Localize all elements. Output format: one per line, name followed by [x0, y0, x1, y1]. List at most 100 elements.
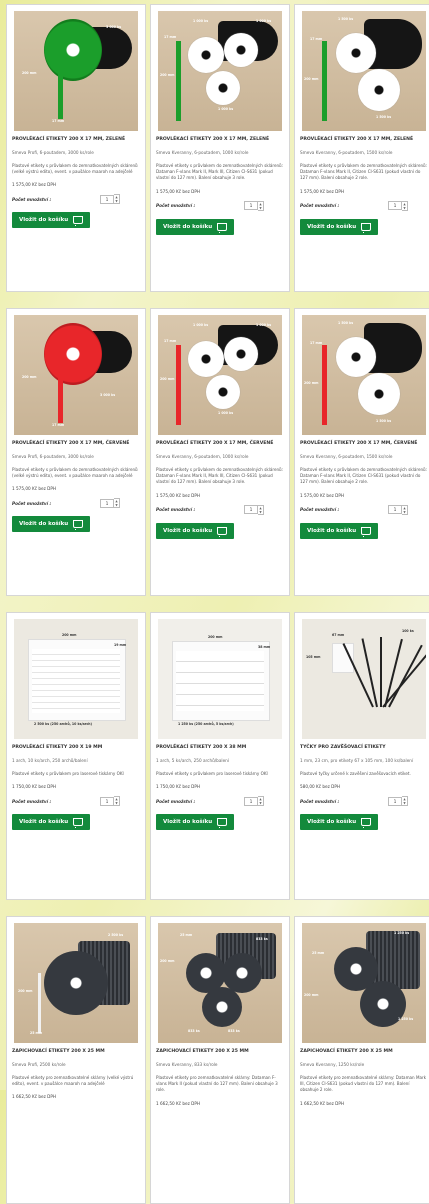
quantity-input[interactable]: 1	[388, 505, 402, 515]
product-image[interactable]: 200 mm 38 mm 1 250 ks (250 archů, 5 ks/a…	[158, 619, 282, 739]
product-subtitle: 1 arch, 5 ks/arch, 250 archů/balení	[156, 758, 229, 763]
product-subtitle: Smeva Kveranny, 6-poutadem, 1500 ks/role	[300, 454, 393, 459]
product-image[interactable]: 1 500 ks 17 mm 200 mm 1 500 ks	[302, 11, 426, 131]
add-to-cart-label: Vložit do košíku	[19, 217, 69, 224]
quantity-input[interactable]: 1	[244, 796, 258, 806]
product-price: 1 662,50 Kč bez DPH	[156, 1100, 201, 1106]
product-image[interactable]: 1 500 ks 17 mm 200 mm 1 500 ks	[302, 315, 426, 435]
strip-shape	[58, 51, 63, 119]
product-title[interactable]: PROVLÉKACÍ ETIKETY 200 X 38 MM	[156, 745, 284, 757]
cart-icon	[217, 526, 228, 537]
product-price: 1 575,00 Kč bez DPH	[156, 188, 201, 194]
product-title[interactable]: PROVLÉKACÍ ETIKETY 200 X 17 MM, ZELENÉ	[300, 137, 428, 149]
dim-label: 200 mm	[304, 993, 319, 997]
quantity-input[interactable]: 1	[100, 796, 114, 806]
product-image[interactable]: 1 250 ks 25 mm 200 mm 1 250 ks	[302, 923, 426, 1043]
product-image[interactable]: 200 mm 19 mm 2 500 ks (250 archů, 10 ks/…	[14, 619, 138, 739]
product-title[interactable]: PROVLÉKACÍ ETIKETY 200 X 17 MM, ČERVENÉ	[300, 441, 428, 453]
product-title[interactable]: PROVLÉKACÍ ETIKETY 200 X 17 MM, ZELENÉ	[156, 137, 284, 149]
product-title[interactable]: PROVLÉKACÍ ETIKETY 200 X 19 MM	[12, 745, 140, 757]
quantity-stepper[interactable]: ▲ ▼	[114, 796, 120, 807]
product-card: 1 500 ks 17 mm 200 mm 1 500 ks PROVLÉKAC…	[294, 4, 429, 292]
product-price: 1 750,00 Kč bez DPH	[156, 784, 201, 790]
product-image[interactable]: 67 mm 105 mm 100 ks	[302, 619, 426, 739]
add-to-cart-button[interactable]: Vložit do košíku	[300, 814, 379, 831]
add-to-cart-button[interactable]: Vložit do košíku	[156, 218, 235, 235]
product-title[interactable]: PROVLÉKACÍ ETIKETY 200 X 17 MM, ČERVENÉ	[12, 441, 140, 453]
roll-shape	[358, 373, 400, 415]
quantity-label: Počet množství :	[12, 196, 52, 202]
dim-label: 17 mm	[52, 119, 65, 123]
quantity-row: Počet množství : 1 ▲ ▼	[156, 796, 284, 807]
product-card: 2 500 ks 200 mm 25 mm ZAPICHOVACÍ ETIKET…	[6, 916, 146, 1204]
roll-shape	[336, 337, 376, 377]
quantity-input[interactable]: 1	[244, 201, 258, 211]
cart-icon	[361, 818, 372, 829]
dim-label: 833 ks	[228, 1029, 240, 1033]
dim-label: 17 mm	[52, 423, 65, 427]
add-to-cart-button[interactable]: Vložit do košíku	[300, 522, 379, 539]
quantity-stepper[interactable]: ▲ ▼	[402, 200, 408, 211]
dim-label: 1 000 ks	[218, 107, 234, 111]
quantity-row: Počet množství : 1 ▲ ▼	[300, 504, 428, 515]
product-image[interactable]: 200 mm 17 mm 3 000 ks	[14, 11, 138, 131]
quantity-stepper[interactable]: ▲ ▼	[114, 498, 120, 509]
dim-label: 25 mm	[180, 933, 193, 937]
cart-icon	[361, 526, 372, 537]
strip-shape	[58, 355, 63, 423]
dim-label: 25 mm	[312, 951, 325, 955]
quantity-stepper[interactable]: ▲ ▼	[258, 796, 264, 807]
add-to-cart-button[interactable]: Vložit do košíku	[12, 516, 91, 533]
quantity-input[interactable]: 1	[388, 201, 402, 211]
dim-label: 833 ks	[256, 937, 268, 941]
product-card: 200 mm 38 mm 1 250 ks (250 archů, 5 ks/a…	[150, 612, 290, 900]
quantity-stepper[interactable]: ▲ ▼	[258, 504, 264, 515]
quantity-stepper[interactable]: ▲ ▼	[258, 200, 264, 211]
add-to-cart-button[interactable]: Vložit do košíku	[12, 212, 91, 229]
add-to-cart-button[interactable]: Vložit do košíku	[156, 814, 235, 831]
cart-icon	[73, 520, 84, 531]
product-card: 1 250 ks 25 mm 200 mm 1 250 ks ZAPICHOVA…	[294, 916, 429, 1204]
product-title[interactable]: ZAPICHOVACÍ ETIKETY 200 X 25 MM	[300, 1049, 428, 1061]
strip-shape	[322, 345, 327, 425]
add-to-cart-button[interactable]: Vložit do košíku	[12, 814, 91, 831]
dim-label: 1 250 ks	[394, 931, 410, 935]
add-to-cart-label: Vložit do košíku	[19, 819, 69, 826]
quantity-stepper[interactable]: ▲ ▼	[402, 796, 408, 807]
dim-label: 67 mm	[332, 633, 345, 637]
quantity-input[interactable]: 1	[100, 194, 114, 204]
product-title[interactable]: ZAPICHOVACÍ ETIKETY 200 X 25 MM	[156, 1049, 284, 1061]
product-title[interactable]: PROVLÉKACÍ ETIKETY 200 X 17 MM, ČERVENÉ	[156, 441, 284, 453]
dim-label: 3 000 ks	[100, 393, 116, 397]
quantity-input[interactable]: 1	[100, 498, 114, 508]
quantity-input[interactable]: 1	[244, 505, 258, 515]
product-image[interactable]: 200 mm 17 mm 3 000 ks	[14, 315, 138, 435]
product-image[interactable]: 1 000 ks 17 mm 200 mm 1 000 ks 1 000 ks	[158, 11, 282, 131]
roll-shape	[206, 375, 240, 409]
product-title[interactable]: ZAPICHOVACÍ ETIKETY 200 X 25 MM	[12, 1049, 140, 1061]
quantity-label: Počet množství :	[156, 203, 196, 209]
product-image[interactable]: 2 500 ks 200 mm 25 mm	[14, 923, 138, 1043]
quantity-stepper[interactable]: ▲ ▼	[114, 194, 120, 205]
product-image[interactable]: 25 mm 200 mm 833 ks 833 ks 833 ks	[158, 923, 282, 1043]
product-subtitle: Smeva Kveranny, 6-poutadem, 1500 ks/role	[300, 150, 393, 155]
quantity-stepper[interactable]: ▲ ▼	[402, 504, 408, 515]
cart-icon	[361, 222, 372, 233]
product-title[interactable]: TYČKY PRO ZAVĚŠOVACÍ ETIKETY	[300, 745, 428, 757]
roll-shape	[202, 987, 242, 1027]
dim-label: 1 500 ks	[338, 17, 354, 21]
product-image[interactable]: 1 000 ks 17 mm 200 mm 1 000 ks 1 000 ks	[158, 315, 282, 435]
dim-label: 19 mm	[114, 643, 127, 647]
cart-icon	[217, 818, 228, 829]
cart-icon	[73, 216, 84, 227]
product-card: 25 mm 200 mm 833 ks 833 ks 833 ks ZAPICH…	[150, 916, 290, 1204]
quantity-input[interactable]: 1	[388, 796, 402, 806]
add-to-cart-button[interactable]: Vložit do košíku	[300, 218, 379, 235]
roll-shape	[206, 71, 240, 105]
product-description: Plastové tyčky určené k zavěšení zavěšov…	[300, 771, 411, 776]
add-to-cart-label: Vložit do košíku	[163, 223, 213, 230]
product-title[interactable]: PROVLÉKACÍ ETIKETY 200 X 17 MM, ZELENÉ	[12, 137, 140, 149]
tie-shape	[382, 652, 426, 708]
add-to-cart-button[interactable]: Vložit do košíku	[156, 522, 235, 539]
dim-label: 17 mm	[164, 339, 177, 343]
